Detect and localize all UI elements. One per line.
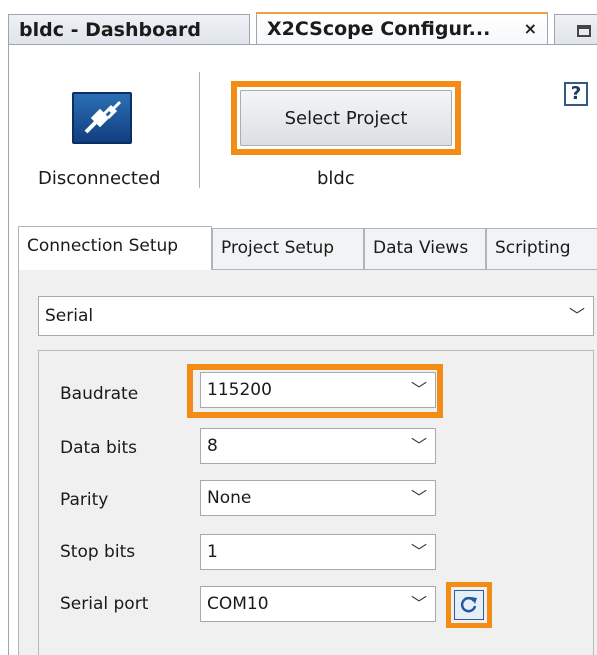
tab-x2cscope-configuration[interactable]: X2CScope Configur... × (256, 12, 548, 46)
help-icon[interactable]: ? (564, 82, 588, 106)
serial-port-value: COM10 (207, 594, 269, 614)
tab-data-views[interactable]: Data Views (364, 228, 486, 270)
serial-port-select[interactable]: COM10 ﹀ (200, 586, 436, 622)
baudrate-value: 115200 (207, 380, 272, 400)
parity-select[interactable]: None ﹀ (200, 480, 436, 516)
tab-scripting[interactable]: Scripting (486, 228, 597, 270)
chevron-down-icon: ﹀ (568, 306, 585, 325)
baudrate-label: Baudrate (60, 384, 139, 404)
refresh-icon[interactable] (454, 590, 484, 620)
connection-plug-icon[interactable] (72, 92, 132, 144)
tab-label: bldc - Dashboard (19, 19, 201, 41)
parity-label: Parity (60, 490, 109, 510)
tab-bldc-dashboard[interactable]: bldc - Dashboard (8, 14, 250, 46)
separator (199, 72, 200, 188)
chevron-down-icon: ﹀ (410, 594, 427, 613)
connection-status: Disconnected (38, 168, 161, 189)
tab-label: X2CScope Configur... (267, 18, 491, 40)
chevron-down-icon: ﹀ (410, 542, 427, 561)
data-bits-value: 8 (207, 436, 218, 456)
stop-bits-select[interactable]: 1 ﹀ (200, 534, 436, 570)
chevron-down-icon: ﹀ (410, 488, 427, 507)
editor-tab-bar: bldc - Dashboard X2CScope Configur... × (0, 0, 597, 46)
tab-connection-setup[interactable]: Connection Setup (18, 226, 212, 270)
connection-type-value: Serial (45, 306, 94, 326)
data-bits-select[interactable]: 8 ﹀ (200, 428, 436, 464)
parity-value: None (207, 488, 252, 508)
project-name: bldc (317, 168, 355, 189)
data-bits-label: Data bits (60, 438, 138, 458)
tab-project-setup[interactable]: Project Setup (212, 228, 364, 270)
serial-port-label: Serial port (60, 594, 149, 614)
chevron-down-icon: ﹀ (410, 380, 427, 399)
baudrate-select[interactable]: 115200 ﹀ (200, 372, 436, 408)
minimize-icon (577, 24, 591, 37)
minimize-button[interactable] (554, 14, 597, 46)
stop-bits-label: Stop bits (60, 542, 136, 562)
chevron-down-icon: ﹀ (410, 436, 427, 455)
select-project-button[interactable]: Select Project (240, 90, 452, 146)
close-icon[interactable]: × (524, 14, 537, 44)
stop-bits-value: 1 (207, 542, 218, 562)
connection-type-select[interactable]: Serial ﹀ (38, 296, 594, 336)
